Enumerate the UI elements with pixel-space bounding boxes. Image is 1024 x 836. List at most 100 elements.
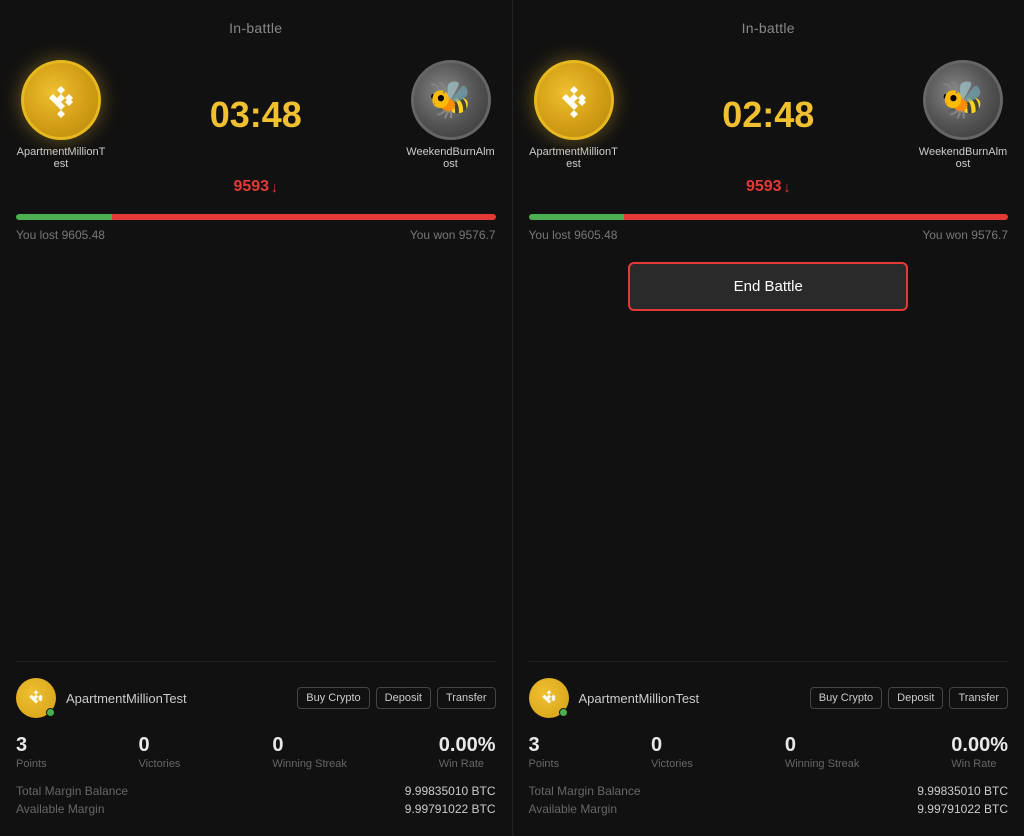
balance-row-1: Available Margin 9.99791022 BTC (529, 802, 1009, 816)
stat-value-2: 0 (272, 734, 283, 756)
online-indicator (46, 708, 55, 717)
score-value: 9593 (233, 178, 269, 196)
balance-label-0: Total Margin Balance (16, 784, 128, 798)
bar-left (16, 214, 112, 220)
battle-bar-track (16, 214, 496, 220)
result-right: You won 9576.7 (410, 228, 496, 242)
result-left: You lost 9605.48 (16, 228, 105, 242)
stat-label-3: Win Rate (439, 758, 484, 770)
user-avatar (529, 678, 569, 718)
user-name: ApartmentMillionTest (66, 691, 287, 706)
stats-row: 3 Points 0 Victories 0 Winning Streak 0.… (529, 734, 1009, 770)
screen-title: In-battle (16, 20, 496, 36)
player-right: 🐝 WeekendBurnAlmost (406, 60, 496, 170)
battle-area: ApartmentMillionTest 03:48 🐝 WeekendBurn… (16, 60, 496, 170)
user-header: ApartmentMillionTest Buy Crypto Deposit Tr… (529, 678, 1009, 718)
battle-results: You lost 9605.48 You won 9576.7 (16, 228, 496, 242)
stats-row: 3 Points 0 Victories 0 Winning Streak 0.… (16, 734, 496, 770)
action-buttons: Buy Crypto Deposit Transfer (297, 687, 495, 709)
bee-emoji-icon: 🐝 (941, 79, 986, 121)
balance-row-0: Total Margin Balance 9.99835010 BTC (529, 784, 1009, 798)
balance-label-1: Available Margin (529, 802, 618, 816)
battle-timer: 02:48 (718, 94, 818, 136)
screen-right: In-battle (513, 0, 1024, 836)
balance-value-1: 9.99791022 BTC (917, 802, 1008, 816)
balance-value-0: 9.99835010 BTC (405, 784, 496, 798)
screen-left: In-battle (0, 0, 513, 836)
end-battle-button[interactable]: End Battle (628, 262, 908, 311)
result-right: You won 9576.7 (922, 228, 1008, 242)
player-right-name: WeekendBurnAlmost (406, 146, 496, 170)
battle-score: 9593 ↓ (529, 178, 1009, 196)
action-button-transfer[interactable]: Transfer (949, 687, 1008, 709)
stat-item-1: 0 Victories (138, 734, 180, 770)
action-button-buy-crypto[interactable]: Buy Crypto (810, 687, 882, 709)
score-arrow: ↓ (271, 179, 278, 195)
user-section: ApartmentMillionTest Buy Crypto Deposit Tr… (529, 661, 1009, 820)
player-left-name: ApartmentMillionTest (16, 146, 106, 170)
player-left: ApartmentMillionTest (16, 60, 106, 170)
balance-label-1: Available Margin (16, 802, 105, 816)
battle-bar (529, 214, 1009, 220)
stat-item-2: 0 Winning Streak (272, 734, 347, 770)
end-battle-placeholder (16, 262, 496, 312)
user-avatar (16, 678, 56, 718)
stat-label-1: Victories (138, 758, 180, 770)
balance-label-0: Total Margin Balance (529, 784, 641, 798)
battle-results: You lost 9605.48 You won 9576.7 (529, 228, 1009, 242)
score-arrow: ↓ (784, 179, 791, 195)
stat-value-3: 0.00% (439, 734, 496, 756)
bee-emoji-icon: 🐝 (428, 79, 473, 121)
balance-value-0: 9.99835010 BTC (917, 784, 1008, 798)
avatar-right: 🐝 (411, 60, 491, 140)
balance-value-1: 9.99791022 BTC (405, 802, 496, 816)
end-battle-wrapper: End Battle (529, 262, 1009, 311)
player-left: ApartmentMillionTest (529, 60, 619, 170)
avatar-left (534, 60, 614, 140)
action-button-deposit[interactable]: Deposit (888, 687, 943, 709)
stat-value-2: 0 (785, 734, 796, 756)
stat-value-1: 0 (651, 734, 662, 756)
stat-item-0: 3 Points (16, 734, 47, 770)
stat-value-0: 3 (16, 734, 27, 756)
action-button-transfer[interactable]: Transfer (437, 687, 496, 709)
stat-item-3: 0.00% Win Rate (951, 734, 1008, 770)
user-binance-icon (26, 688, 46, 708)
screen-title: In-battle (529, 20, 1009, 36)
stat-value-0: 3 (529, 734, 540, 756)
result-left: You lost 9605.48 (529, 228, 618, 242)
player-left-name: ApartmentMillionTest (529, 146, 619, 170)
avatar-right: 🐝 (923, 60, 1003, 140)
bar-right (624, 214, 1008, 220)
stat-label-0: Points (16, 758, 47, 770)
player-right-name: WeekendBurnAlmost (918, 146, 1008, 170)
stat-label-1: Victories (651, 758, 693, 770)
score-value: 9593 (746, 178, 782, 196)
stat-item-0: 3 Points (529, 734, 560, 770)
battle-bar-track (529, 214, 1009, 220)
action-buttons: Buy Crypto Deposit Transfer (810, 687, 1008, 709)
stat-item-1: 0 Victories (651, 734, 693, 770)
avatar-left (21, 60, 101, 140)
action-button-buy-crypto[interactable]: Buy Crypto (297, 687, 369, 709)
stat-label-2: Winning Streak (785, 758, 860, 770)
user-name: ApartmentMillionTest (579, 691, 800, 706)
binance-logo-icon (556, 82, 592, 118)
battle-timer: 03:48 (206, 94, 306, 136)
stat-item-3: 0.00% Win Rate (439, 734, 496, 770)
app-container: In-battle (0, 0, 1024, 836)
action-button-deposit[interactable]: Deposit (376, 687, 431, 709)
bar-left (529, 214, 625, 220)
player-right: 🐝 WeekendBurnAlmost (918, 60, 1008, 170)
stat-label-3: Win Rate (951, 758, 996, 770)
stat-value-1: 0 (138, 734, 149, 756)
balance-row-0: Total Margin Balance 9.99835010 BTC (16, 784, 496, 798)
user-binance-icon (539, 688, 559, 708)
battle-area: ApartmentMillionTest 02:48 🐝 WeekendBurn… (529, 60, 1009, 170)
user-header: ApartmentMillionTest Buy Crypto Deposit Tr… (16, 678, 496, 718)
stat-item-2: 0 Winning Streak (785, 734, 860, 770)
user-section: ApartmentMillionTest Buy Crypto Deposit Tr… (16, 661, 496, 820)
battle-score: 9593 ↓ (16, 178, 496, 196)
binance-logo-icon (43, 82, 79, 118)
stat-value-3: 0.00% (951, 734, 1008, 756)
